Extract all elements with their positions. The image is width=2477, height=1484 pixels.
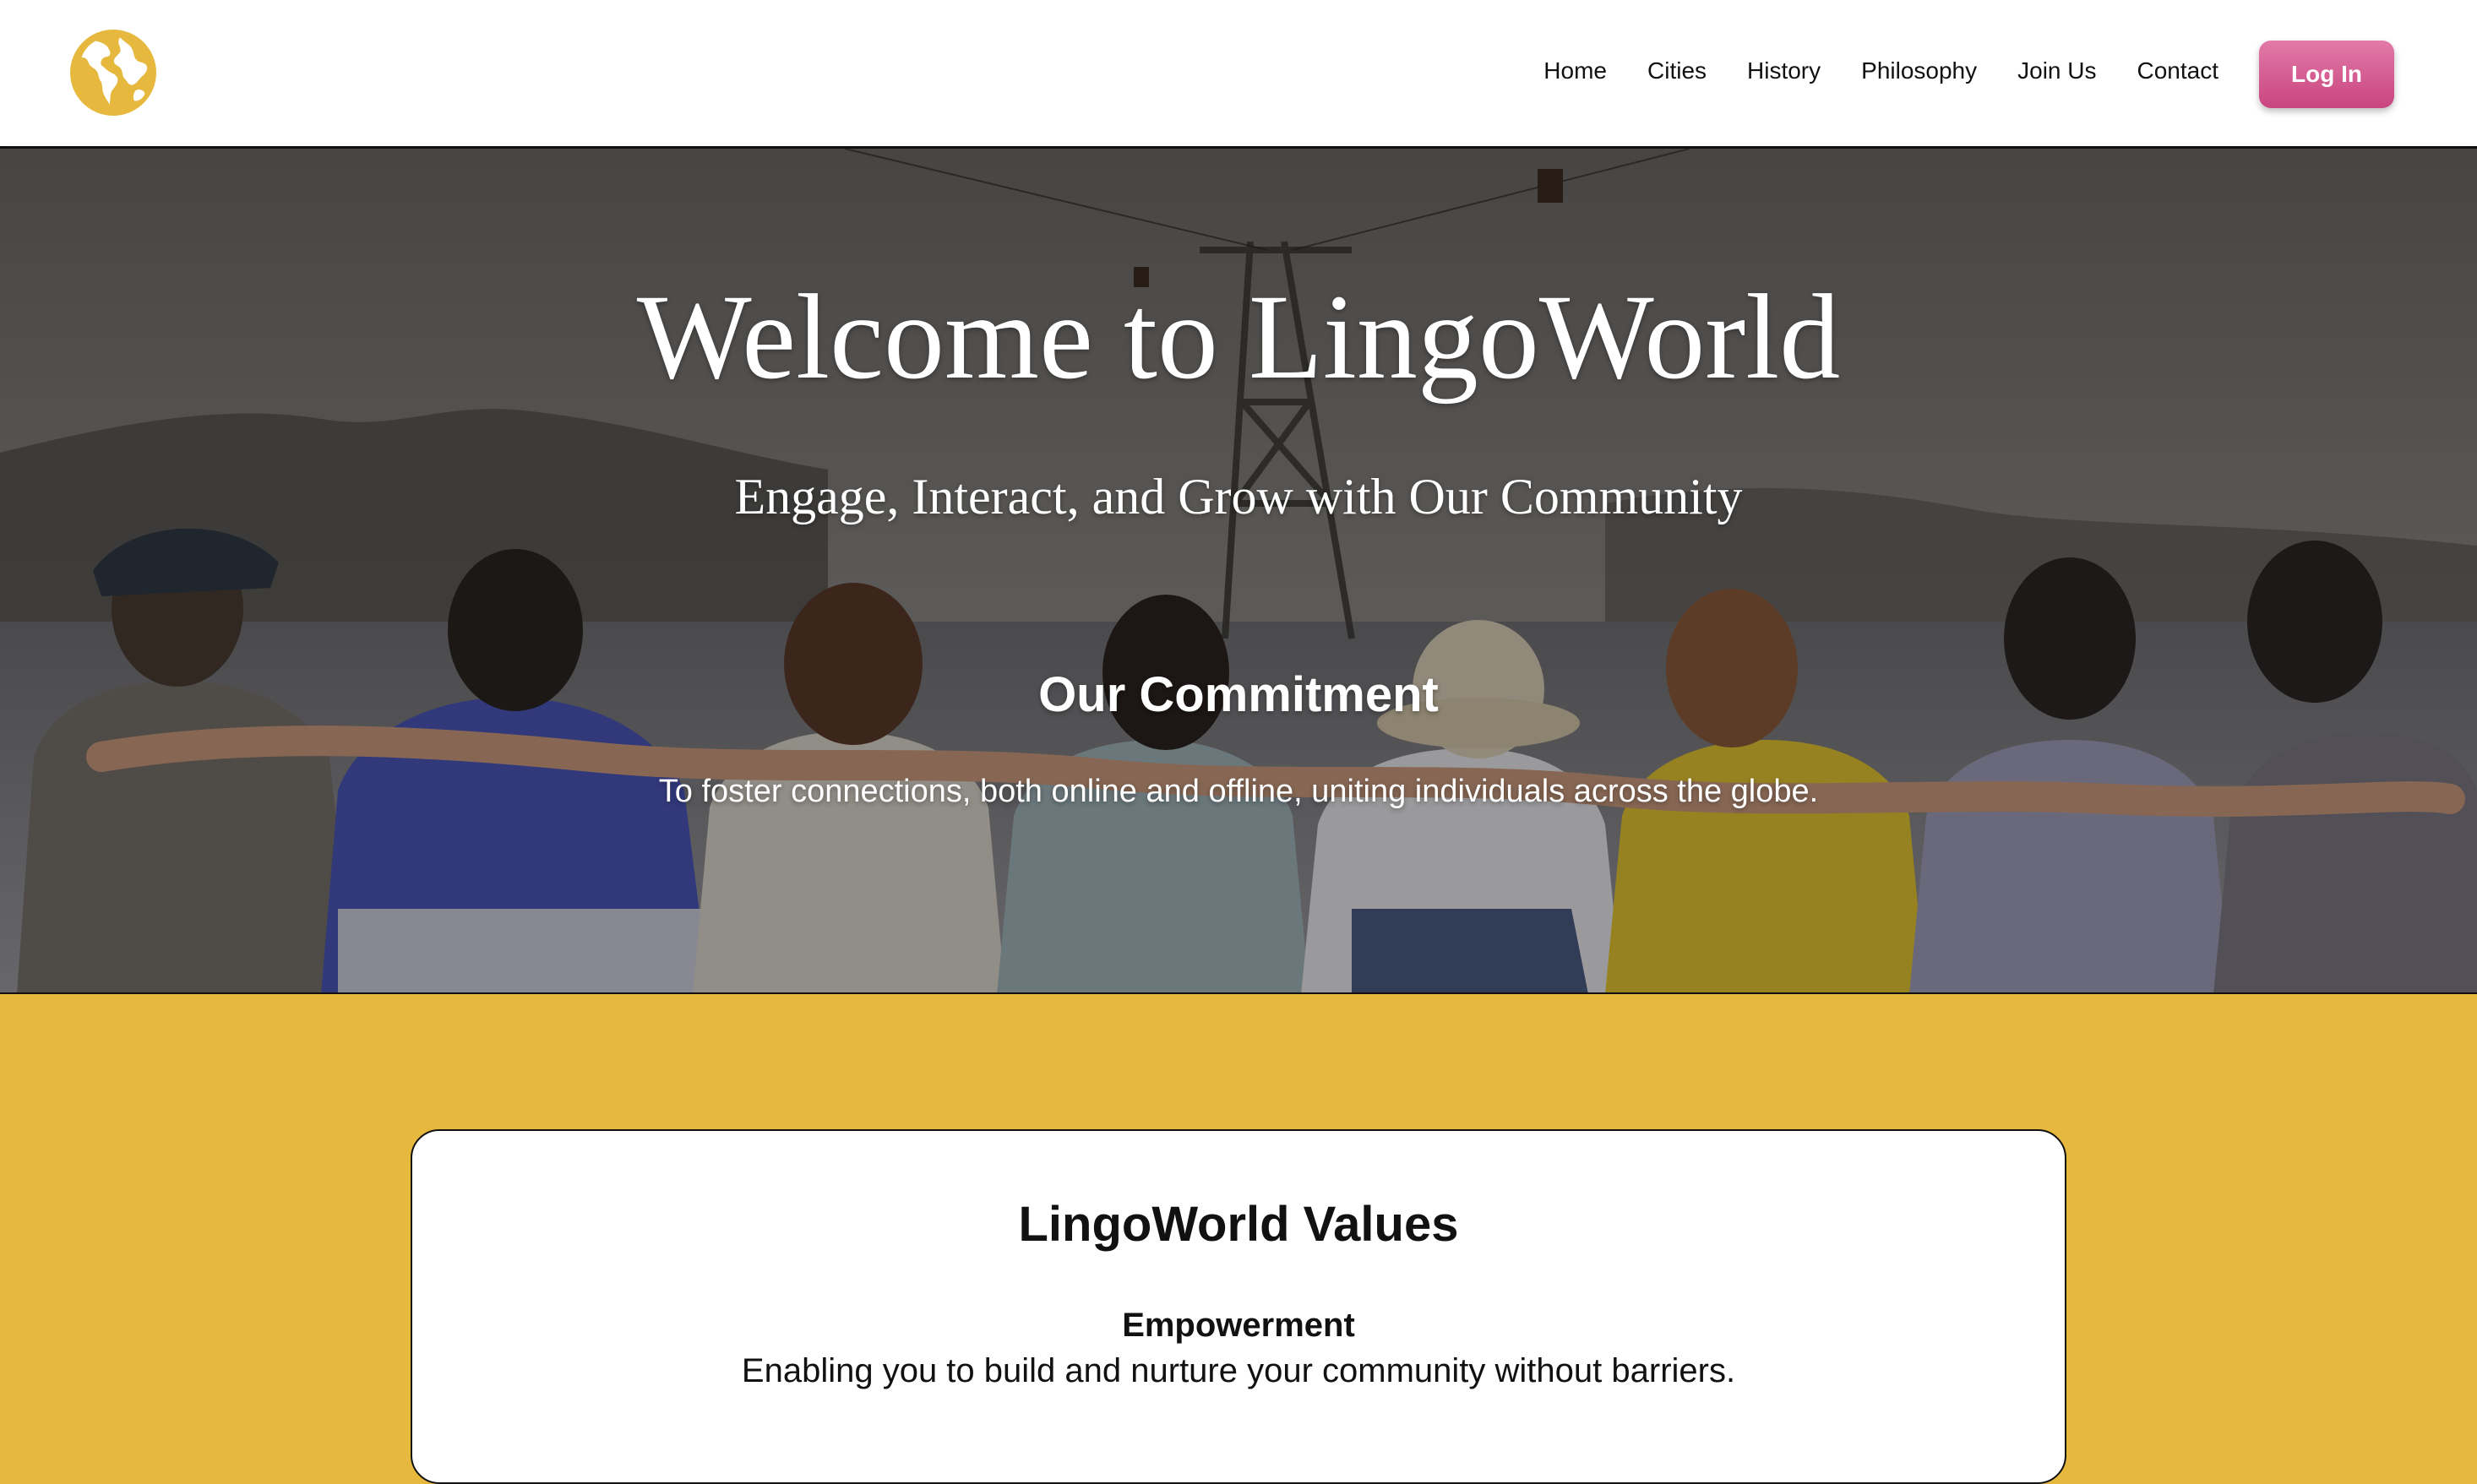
values-heading: LingoWorld Values xyxy=(1018,1197,1459,1252)
hero-title: Welcome to LingoWorld xyxy=(636,270,1841,405)
nav-philosophy[interactable]: Philosophy xyxy=(1861,57,1977,84)
hero-subtitle: Engage, Interact, and Grow with Our Comm… xyxy=(734,469,1743,525)
globe-icon[interactable] xyxy=(69,29,157,117)
nav-contact[interactable]: Contact xyxy=(2137,57,2219,84)
commitment-heading: Our Commitment xyxy=(1038,667,1439,722)
nav-join-us[interactable]: Join Us xyxy=(2017,57,2096,84)
values-section: LingoWorld Values Empowerment Enabling y… xyxy=(0,994,2477,1484)
main-nav: Home Cities History Philosophy Join Us C… xyxy=(1543,0,2477,147)
values-card: LingoWorld Values Empowerment Enabling y… xyxy=(411,1129,2066,1484)
value-item-title: Empowerment xyxy=(1122,1307,1355,1344)
commitment-text: To foster connections, both online and o… xyxy=(658,774,1819,809)
nav-cities[interactable]: Cities xyxy=(1647,57,1707,84)
value-item-description: Enabling you to build and nurture your c… xyxy=(741,1352,1736,1389)
site-header: Home Cities History Philosophy Join Us C… xyxy=(0,0,2477,149)
login-button[interactable]: Log In xyxy=(2259,41,2394,108)
nav-home[interactable]: Home xyxy=(1543,57,1607,84)
hero-section: Welcome to LingoWorld Engage, Interact, … xyxy=(0,149,2477,994)
nav-history[interactable]: History xyxy=(1747,57,1821,84)
